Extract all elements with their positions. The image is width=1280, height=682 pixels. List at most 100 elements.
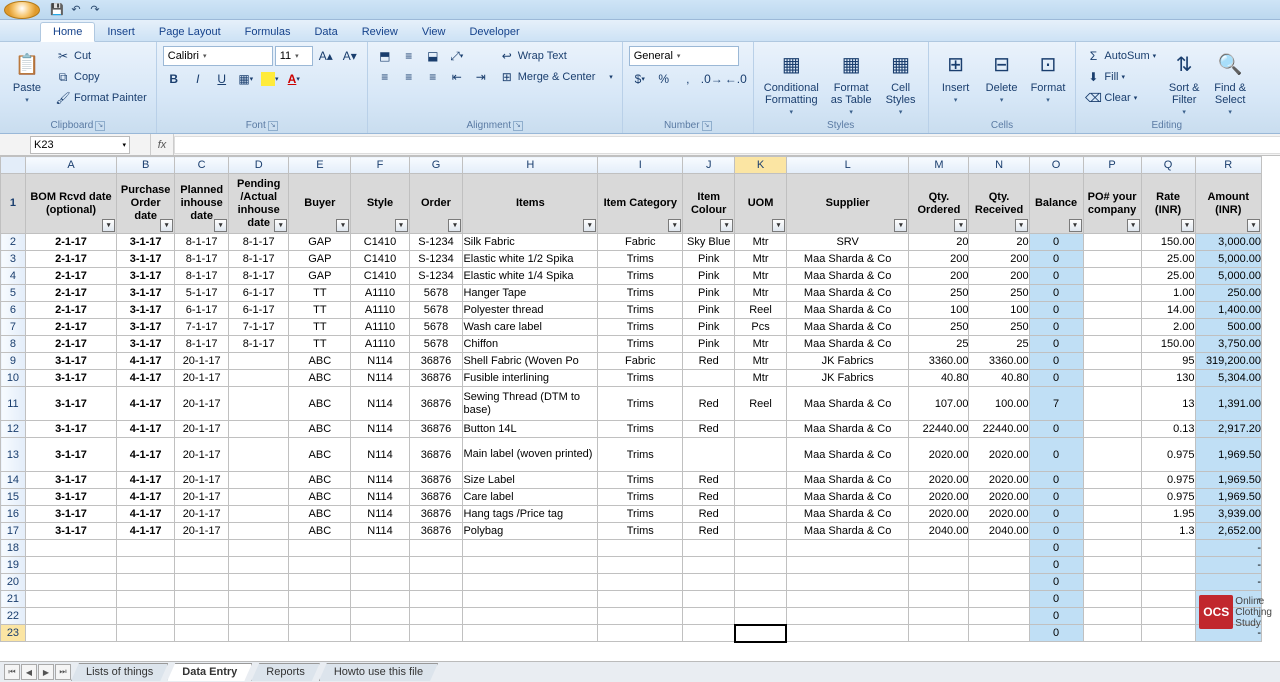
cell[interactable]: Care label (463, 489, 598, 506)
tab-data[interactable]: Data (302, 23, 349, 41)
filter-icon[interactable]: ▾ (583, 219, 596, 232)
filter-icon[interactable]: ▾ (1015, 219, 1028, 232)
delete-cells-button[interactable]: ⊟Delete▾ (981, 46, 1023, 106)
cell[interactable] (786, 574, 908, 591)
cell[interactable]: TT (289, 336, 351, 353)
cell[interactable]: 5,000.00 (1195, 268, 1261, 285)
cell[interactable] (969, 574, 1029, 591)
cell[interactable] (1083, 438, 1141, 472)
cell[interactable]: 5,000.00 (1195, 251, 1261, 268)
cell[interactable] (289, 574, 351, 591)
cell[interactable]: 0 (1029, 302, 1083, 319)
cell[interactable]: GAP (289, 251, 351, 268)
cell[interactable]: Red (683, 489, 735, 506)
format-painter-button[interactable]: 🖌Format Painter (52, 88, 150, 108)
cut-button[interactable]: ✂Cut (52, 46, 150, 66)
cell[interactable]: 2020.00 (969, 472, 1029, 489)
cell[interactable]: 250 (909, 319, 969, 336)
undo-icon[interactable]: ↶ (68, 2, 84, 18)
cell[interactable]: 20-1-17 (175, 387, 229, 421)
cell[interactable]: 1.00 (1141, 285, 1195, 302)
cell[interactable] (598, 591, 683, 608)
column-filter-header[interactable]: Supplier▾ (786, 174, 908, 234)
cell[interactable]: 8-1-17 (175, 336, 229, 353)
cell[interactable]: 0 (1029, 353, 1083, 370)
cell[interactable]: Size Label (463, 472, 598, 489)
cell[interactable]: S-1234 (409, 234, 463, 251)
cell[interactable]: JK Fabrics (786, 370, 908, 387)
cell[interactable] (351, 591, 409, 608)
cell[interactable] (117, 591, 175, 608)
cell[interactable]: 0.975 (1141, 489, 1195, 506)
cell[interactable]: Main label (woven printed) (463, 438, 598, 472)
cell[interactable]: 250 (909, 285, 969, 302)
cell[interactable]: Maa Sharda & Co (786, 489, 908, 506)
cell[interactable] (1083, 523, 1141, 540)
filter-icon[interactable]: ▾ (448, 219, 461, 232)
col-header[interactable]: N (969, 157, 1029, 174)
cell[interactable]: A1110 (351, 285, 409, 302)
column-filter-header[interactable]: Order▾ (409, 174, 463, 234)
sheet-tab[interactable]: Lists of things (71, 663, 168, 681)
cell[interactable] (735, 591, 787, 608)
cell[interactable]: 22440.00 (909, 421, 969, 438)
column-filter-header[interactable]: Planned inhouse date▾ (175, 174, 229, 234)
font-family-combo[interactable]: Calibri▾ (163, 46, 273, 66)
cell[interactable]: 95 (1141, 353, 1195, 370)
currency-icon[interactable]: $▾ (629, 69, 651, 89)
row-header[interactable]: 8 (1, 336, 26, 353)
cell[interactable] (289, 591, 351, 608)
row-header[interactable]: 22 (1, 608, 26, 625)
cell[interactable]: 25 (909, 336, 969, 353)
row-header[interactable]: 14 (1, 472, 26, 489)
sort-filter-button[interactable]: ⇅Sort & Filter▾ (1163, 46, 1205, 118)
cell[interactable]: 36876 (409, 370, 463, 387)
cell[interactable]: Elastic white 1/2 Spika (463, 251, 598, 268)
cell[interactable]: Reel (735, 387, 787, 421)
cell[interactable]: - (1195, 540, 1261, 557)
cell[interactable]: Hang tags /Price tag (463, 506, 598, 523)
cell[interactable]: TT (289, 285, 351, 302)
cell[interactable]: 1,969.50 (1195, 472, 1261, 489)
fx-icon[interactable]: fx (150, 134, 174, 155)
column-filter-header[interactable]: Pending /Actual inhouse date▾ (229, 174, 289, 234)
cell[interactable]: 8-1-17 (229, 268, 289, 285)
cell[interactable]: 2020.00 (909, 438, 969, 472)
cell[interactable]: 2020.00 (909, 472, 969, 489)
cell[interactable]: C1410 (351, 234, 409, 251)
cell[interactable]: 0 (1029, 336, 1083, 353)
col-header[interactable]: L (786, 157, 908, 174)
cell[interactable]: Shell Fabric (Woven Po (463, 353, 598, 370)
cell[interactable]: Red (683, 421, 735, 438)
cell[interactable] (463, 557, 598, 574)
cell[interactable]: Red (683, 523, 735, 540)
cell[interactable] (289, 557, 351, 574)
cell[interactable] (683, 438, 735, 472)
cell[interactable] (229, 421, 289, 438)
cell[interactable]: SRV (786, 234, 908, 251)
cell[interactable]: N114 (351, 421, 409, 438)
cell[interactable]: GAP (289, 234, 351, 251)
align-left-icon[interactable]: ≡ (374, 67, 396, 87)
cell[interactable]: 0 (1029, 268, 1083, 285)
cell[interactable]: 2,652.00 (1195, 523, 1261, 540)
cell[interactable] (598, 625, 683, 642)
cell[interactable] (969, 540, 1029, 557)
col-header[interactable]: E (289, 157, 351, 174)
filter-icon[interactable]: ▾ (274, 219, 287, 232)
row-header[interactable]: 23 (1, 625, 26, 642)
cell[interactable]: Pink (683, 336, 735, 353)
column-filter-header[interactable]: Amount (INR)▾ (1195, 174, 1261, 234)
cell[interactable]: 14.00 (1141, 302, 1195, 319)
comma-icon[interactable]: , (677, 69, 699, 89)
cell[interactable]: 36876 (409, 421, 463, 438)
cell[interactable]: 8-1-17 (175, 234, 229, 251)
cell[interactable] (409, 625, 463, 642)
cell[interactable] (117, 557, 175, 574)
cell[interactable]: 107.00 (909, 387, 969, 421)
col-header[interactable]: Q (1141, 157, 1195, 174)
cell[interactable] (909, 591, 969, 608)
grow-font-icon[interactable]: A▴ (315, 46, 337, 66)
cell[interactable]: 3,000.00 (1195, 234, 1261, 251)
paste-button[interactable]: 📋Paste▾ (6, 46, 48, 106)
